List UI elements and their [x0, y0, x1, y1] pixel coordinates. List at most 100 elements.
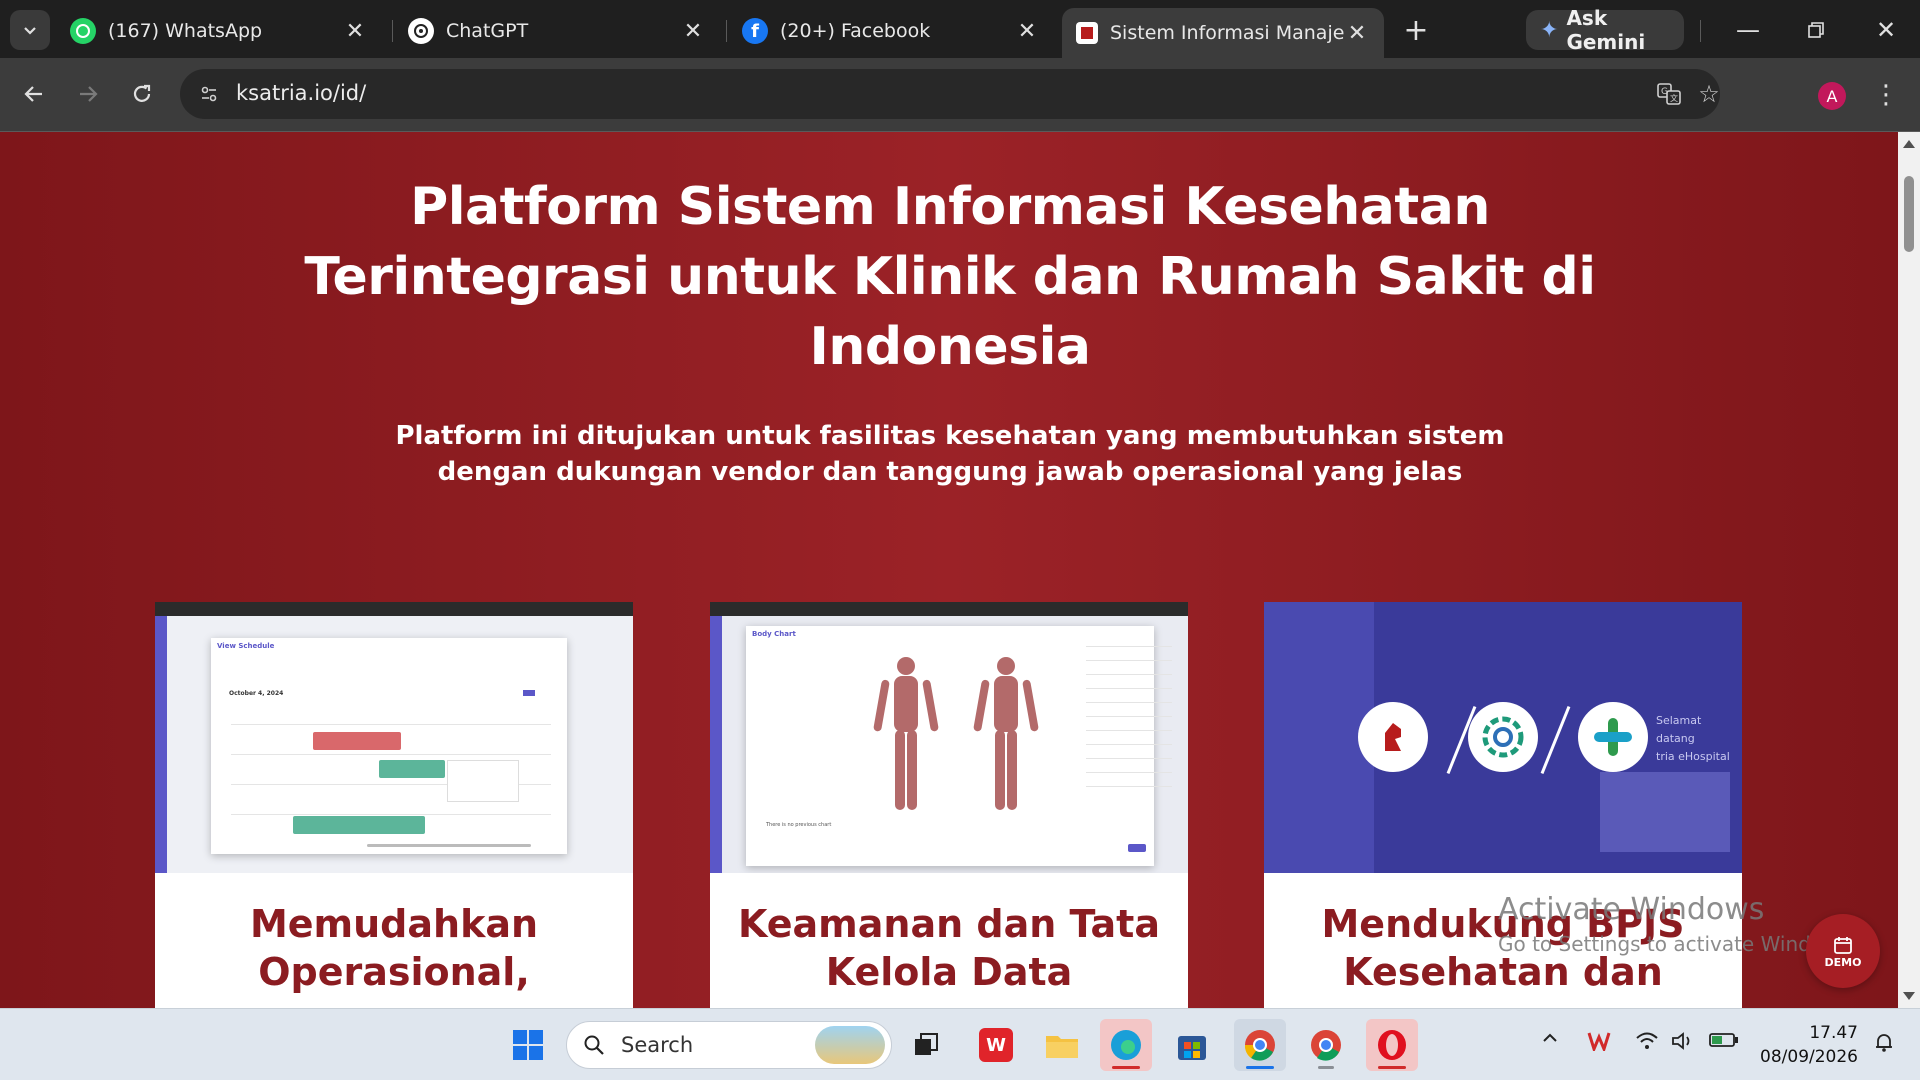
taskbar-search[interactable]: Search [566, 1021, 892, 1069]
modal-title: View Schedule [217, 642, 275, 650]
arrow-right-icon [80, 86, 98, 102]
tab-separator [1700, 20, 1701, 42]
restore-button[interactable] [1796, 12, 1836, 48]
system-clock[interactable]: 17.47 08/09/2026 [1758, 1021, 1858, 1069]
edge-icon [1111, 1030, 1141, 1060]
opera-app[interactable] [1366, 1019, 1418, 1071]
notification-bell-icon[interactable] [1870, 1031, 1898, 1053]
anatomy-figure-icon [873, 657, 1039, 810]
scroll-thumb[interactable] [1904, 176, 1914, 252]
feature-card[interactable]: Body Chart There is no previous chart Ke… [710, 602, 1188, 1008]
schedule-event [379, 760, 445, 778]
body-part-item [1086, 666, 1172, 675]
task-view-icon [915, 1033, 938, 1055]
body-chart-screenshot: Body Chart There is no previous chart [710, 602, 1188, 873]
body-part-item [1086, 708, 1172, 717]
hero-subtitle-line: dengan dukungan vendor dan tanggung jawa… [437, 457, 1463, 487]
scroll-down-icon[interactable] [1903, 992, 1915, 1000]
chevron-up-icon [1543, 1033, 1557, 1042]
demo-button[interactable]: DEMO [1806, 914, 1880, 988]
svg-text:文: 文 [1670, 93, 1678, 103]
body-part-item [1086, 638, 1172, 647]
forward-button[interactable] [68, 74, 108, 114]
chrome-icon [1244, 1030, 1275, 1061]
ksatria-icon [1076, 22, 1098, 44]
welcome-line: Selamat datang [1656, 714, 1702, 745]
tab-title: (167) WhatsApp [108, 20, 263, 42]
back-button[interactable] [14, 74, 54, 114]
welcome-line: tria eHospital [1656, 750, 1730, 763]
dashboard-preview [1600, 772, 1730, 852]
tab-search-button[interactable] [10, 10, 50, 50]
page-viewport: Platform Sistem Informasi Kesehatan Teri… [0, 132, 1898, 1008]
edge-app[interactable] [1100, 1019, 1152, 1071]
tab-whatsapp[interactable]: (167) WhatsApp ✕ [56, 8, 382, 54]
opera-icon [1378, 1030, 1406, 1060]
card-title: Memudahkan Operasional, [249, 902, 539, 994]
divider-slash [1540, 706, 1571, 774]
bpjs-integration-screenshot: Selamat datang tria eHospital [1264, 602, 1742, 873]
tab-facebook[interactable]: f (20+) Facebook ✕ [728, 8, 1054, 54]
start-button[interactable] [502, 1019, 554, 1071]
schedule-row [231, 754, 551, 755]
feature-card[interactable]: View Schedule October 4, 2024 Memudahkan… [155, 602, 633, 1008]
browser-toolbar: ksatria.io/id/ G文 ☆ A ⋮ [0, 58, 1920, 132]
window-bar [710, 602, 1188, 616]
close-icon[interactable]: ✕ [1344, 20, 1370, 46]
window-bar [155, 602, 633, 616]
chrome-icon [1311, 1030, 1341, 1061]
bookmark-star-icon[interactable]: ☆ [1694, 79, 1724, 109]
site-info-icon[interactable] [194, 79, 224, 109]
body-part-item [1086, 736, 1172, 745]
svg-text:G: G [1661, 87, 1668, 97]
chatgpt-icon [408, 18, 434, 44]
page-scrollbar[interactable] [1898, 132, 1920, 1008]
view-toggle [523, 690, 535, 696]
close-icon[interactable]: ✕ [1014, 18, 1040, 44]
chevron-down-icon [24, 27, 36, 35]
body-part-item [1086, 680, 1172, 689]
close-window-button[interactable]: ✕ [1866, 12, 1906, 48]
browser-menu-icon[interactable]: ⋮ [1872, 78, 1900, 112]
windows-taskbar: Search W 17.47 08/09/2026 [0, 1008, 1920, 1080]
facebook-icon: f [742, 18, 768, 44]
modal-title: Body Chart [752, 630, 796, 638]
volume-icon[interactable] [1670, 1031, 1696, 1051]
close-icon[interactable]: ✕ [342, 18, 368, 44]
tab-title: Sistem Informasi Manajemen [1110, 22, 1344, 44]
task-view-button[interactable] [900, 1019, 952, 1071]
clock-date: 08/09/2026 [1760, 1047, 1858, 1067]
file-explorer-app[interactable] [1036, 1019, 1088, 1071]
search-highlight-image [815, 1026, 885, 1064]
battery-icon[interactable] [1708, 1031, 1740, 1049]
reload-button[interactable] [122, 74, 162, 114]
tab-chatgpt[interactable]: ChatGPT ✕ [394, 8, 720, 54]
wifi-icon[interactable] [1634, 1031, 1660, 1051]
bpjs-logo-icon [1578, 702, 1648, 772]
close-icon[interactable]: ✕ [680, 18, 706, 44]
store-icon [1178, 1036, 1206, 1060]
wps-tray-icon[interactable] [1586, 1031, 1612, 1051]
show-hidden-icons-button[interactable] [1540, 1031, 1560, 1043]
address-bar[interactable]: ksatria.io/id/ G文 ☆ [180, 69, 1720, 119]
chrome-profile-app[interactable] [1300, 1019, 1352, 1071]
card-title: Keamanan dan Tata Kelola Data [737, 902, 1160, 994]
new-tab-button[interactable]: + [1398, 12, 1434, 48]
chrome-app[interactable] [1234, 1019, 1286, 1071]
arrow-left-icon [24, 86, 42, 102]
hero-subtitle: Platform ini ditujukan untuk fasilitas k… [350, 418, 1550, 490]
profile-avatar[interactable]: A [1818, 82, 1846, 110]
body-chart-modal: Body Chart There is no previous chart [746, 626, 1172, 866]
tab-ksatria[interactable]: Sistem Informasi Manajemen ✕ [1062, 8, 1384, 58]
ask-gemini-button[interactable]: ✦ Ask Gemini [1526, 6, 1684, 54]
demo-label: DEMO [1824, 955, 1862, 969]
wps-office-app[interactable]: W [970, 1019, 1022, 1071]
schedule-event [293, 816, 425, 834]
minimize-button[interactable]: — [1728, 12, 1768, 48]
folder-icon [1046, 1036, 1078, 1058]
scroll-up-icon[interactable] [1903, 140, 1915, 148]
microsoft-store-app[interactable] [1166, 1019, 1218, 1071]
schedule-screenshot: View Schedule October 4, 2024 [155, 602, 633, 873]
translate-icon[interactable]: G文 [1654, 79, 1684, 109]
search-icon [584, 1035, 604, 1055]
